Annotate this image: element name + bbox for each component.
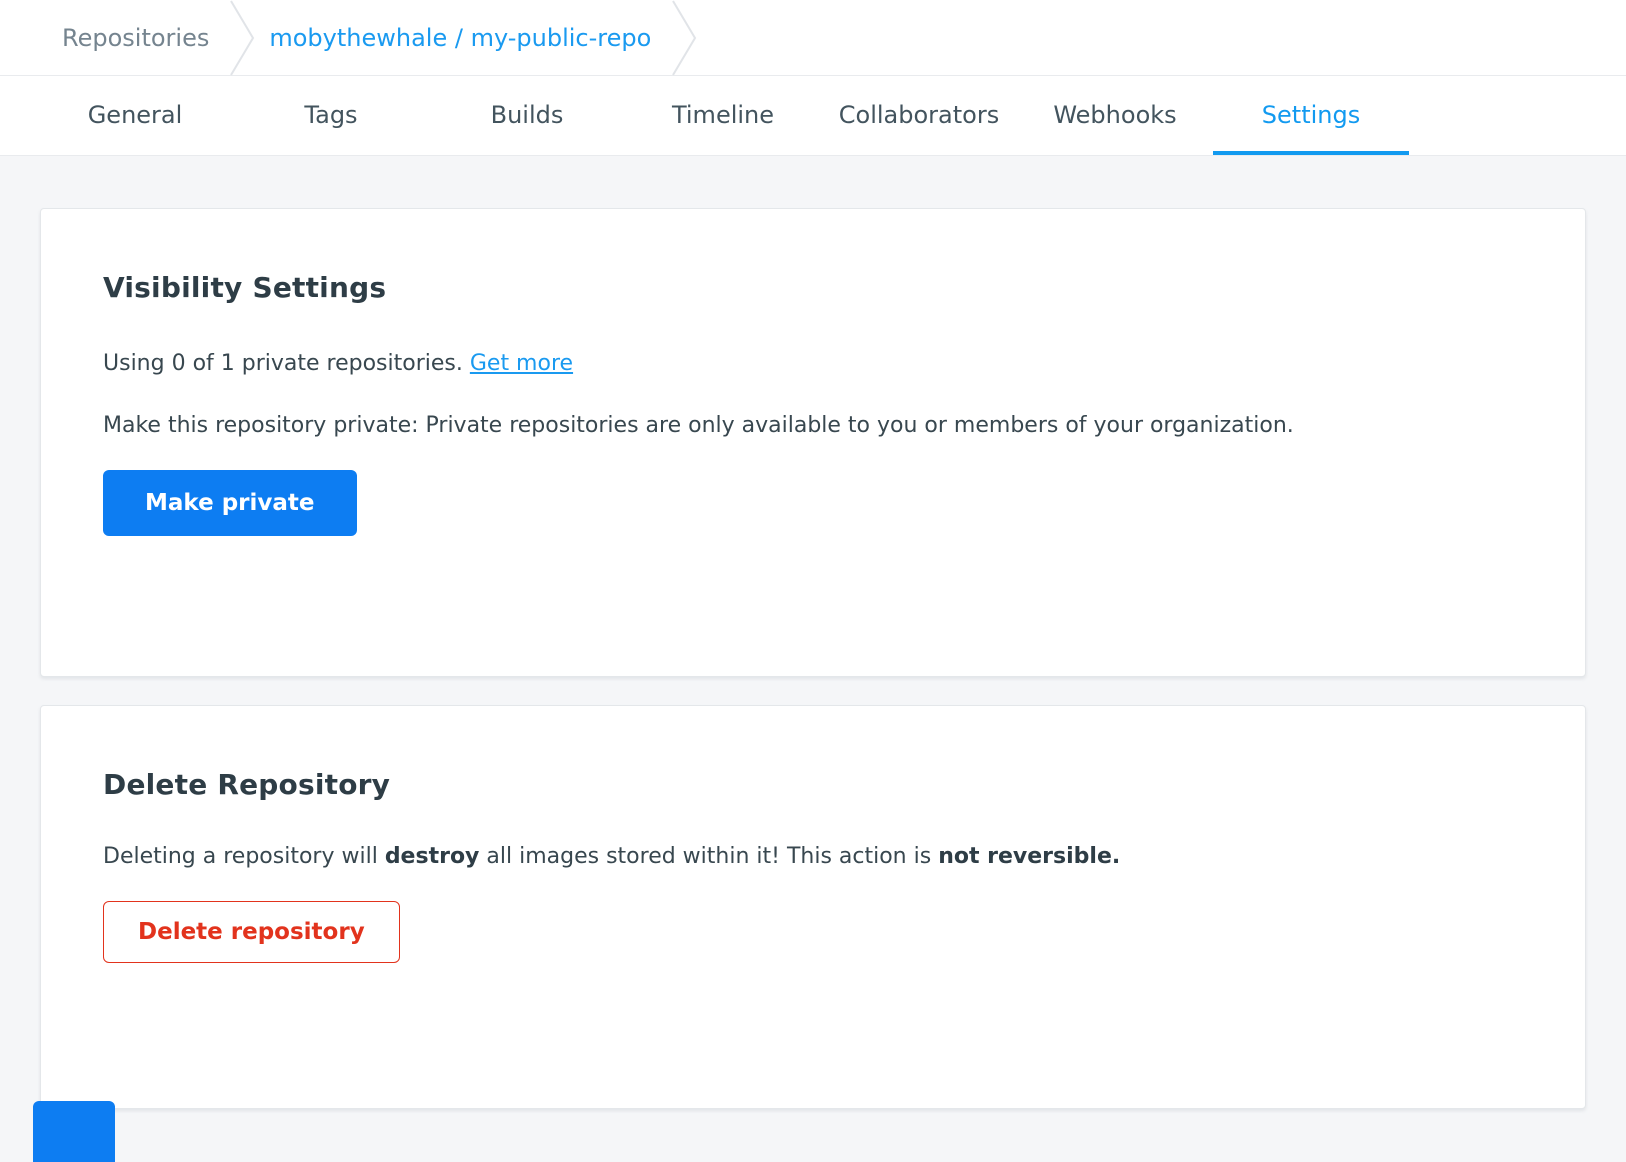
tab-settings[interactable]: Settings [1213, 76, 1409, 155]
make-private-button[interactable]: Make private [103, 470, 357, 536]
breadcrumb-repositories[interactable]: Repositories [62, 24, 209, 52]
chevron-right-icon [229, 0, 255, 76]
get-more-link[interactable]: Get more [470, 351, 573, 376]
make-private-description: Make this repository private: Private re… [103, 410, 1523, 442]
repo-tab-bar: General Tags Builds Timeline Collaborato… [0, 76, 1626, 156]
breadcrumb: Repositories mobythewhale / my-public-re… [0, 0, 1626, 76]
warning-not-reversible: not reversible. [938, 844, 1120, 869]
chevron-right-icon [671, 0, 697, 76]
settings-page: Visibility Settings Using 0 of 1 private… [0, 156, 1626, 1109]
tab-builds[interactable]: Builds [429, 76, 625, 155]
tab-collaborators[interactable]: Collaborators [821, 76, 1017, 155]
chat-widget[interactable] [33, 1101, 115, 1162]
delete-repository-button[interactable]: Delete repository [103, 901, 400, 963]
warning-destroy: destroy [385, 844, 480, 869]
warning-middle: all images stored within it! This action… [479, 844, 938, 869]
warning-prefix: Deleting a repository will [103, 844, 385, 869]
delete-warning-text: Deleting a repository will destroy all i… [103, 841, 1523, 873]
usage-text: Using 0 of 1 private repositories. [103, 351, 470, 376]
breadcrumb-current-repo[interactable]: mobythewhale / my-public-repo [269, 24, 651, 52]
tab-webhooks[interactable]: Webhooks [1017, 76, 1213, 155]
delete-repository-card: Delete Repository Deleting a repository … [40, 705, 1586, 1109]
tab-tags[interactable]: Tags [233, 76, 429, 155]
visibility-settings-title: Visibility Settings [103, 271, 1523, 304]
visibility-settings-card: Visibility Settings Using 0 of 1 private… [40, 208, 1586, 677]
tab-timeline[interactable]: Timeline [625, 76, 821, 155]
tab-general[interactable]: General [37, 76, 233, 155]
private-repo-usage-text: Using 0 of 1 private repositories. Get m… [103, 348, 1523, 380]
delete-repository-title: Delete Repository [103, 768, 1523, 801]
